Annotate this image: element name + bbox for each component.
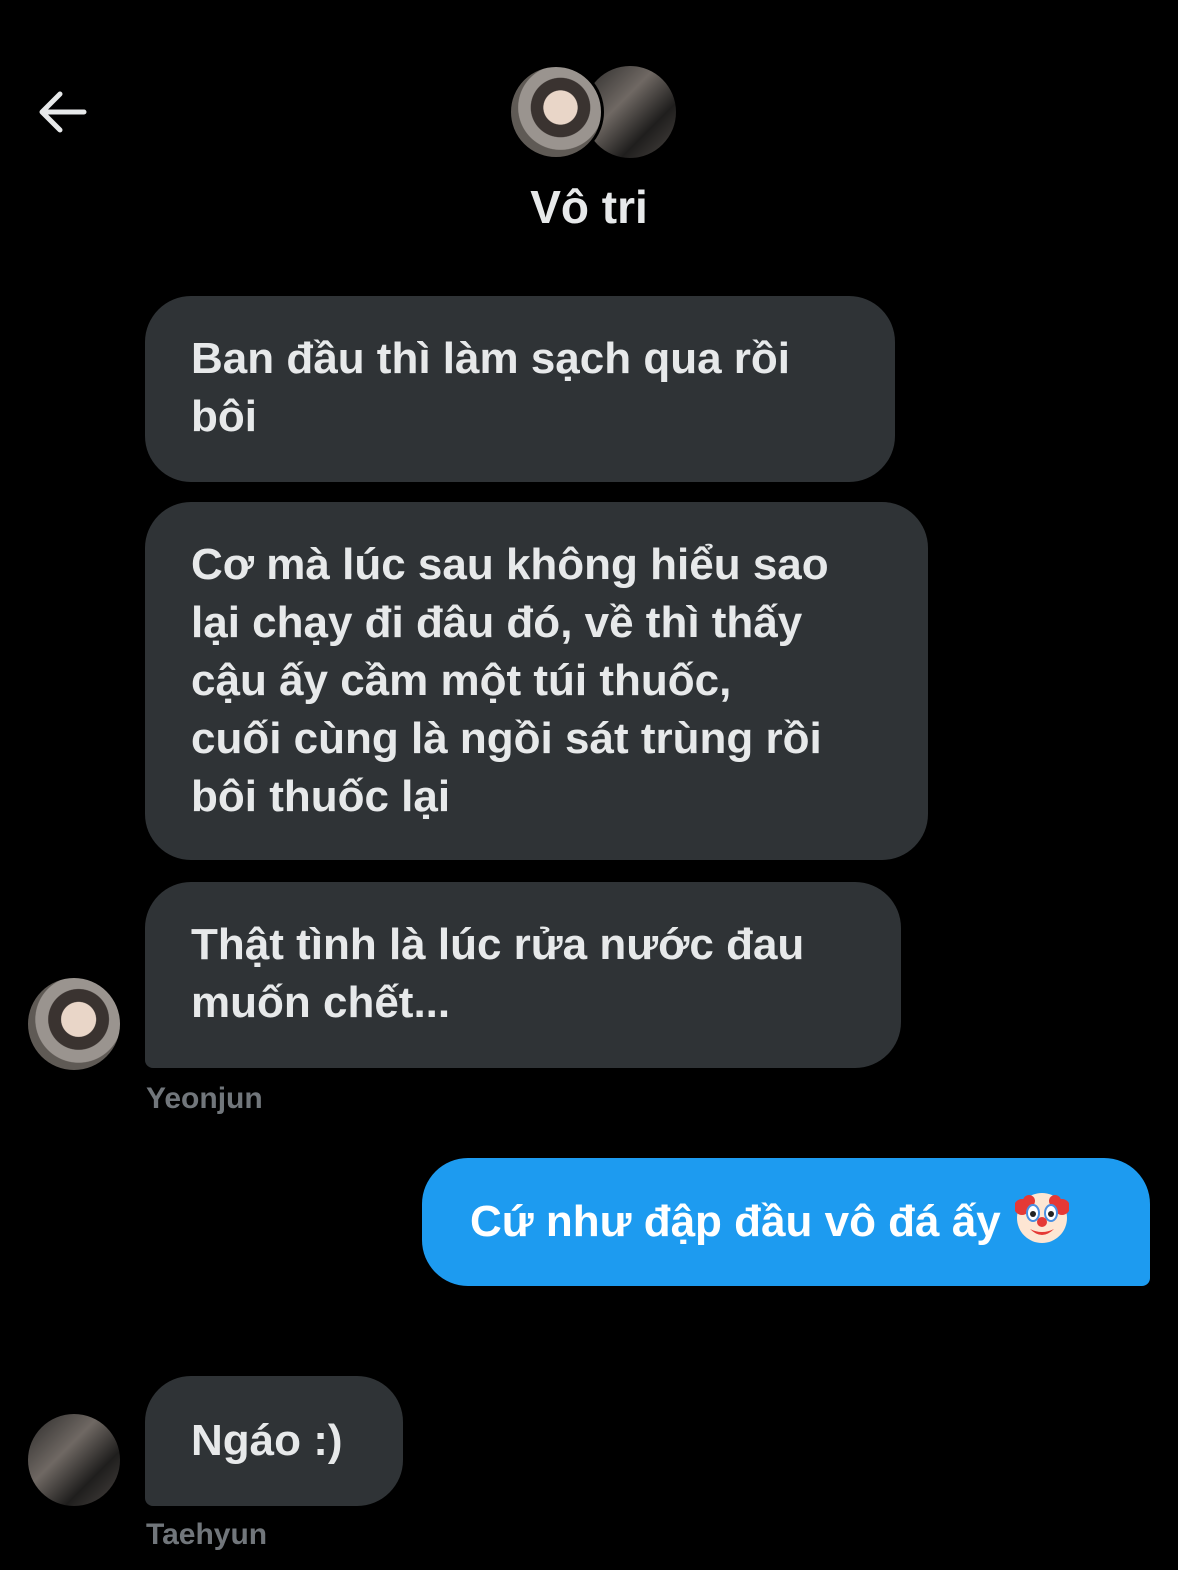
- back-button[interactable]: [30, 80, 94, 144]
- message-text: muốn chết...: [191, 978, 451, 1027]
- message-text: bôi: [191, 392, 257, 441]
- message-text: Cơ mà lúc sau không hiểu sao: [191, 540, 829, 589]
- message-text: cậu ấy cầm một túi thuốc,: [191, 656, 732, 705]
- message-bubble[interactable]: Ban đầu thì làm sạch qua rồi bôi: [145, 296, 895, 482]
- message-bubble-outgoing[interactable]: Cứ như đập đầu vô đá ấy: [422, 1158, 1150, 1286]
- avatar: [508, 64, 604, 160]
- sender-name: Yeonjun: [146, 1082, 263, 1115]
- message-bubble[interactable]: Thật tình là lúc rửa nước đau muốn chết.…: [145, 882, 901, 1068]
- group-avatars[interactable]: [508, 64, 676, 160]
- clown-face-icon: [1014, 1193, 1069, 1243]
- message-text: Thật tình là lúc rửa nước đau: [191, 920, 805, 969]
- message-bubble[interactable]: Ngáo :): [145, 1376, 403, 1506]
- conversation-title[interactable]: Vô tri: [0, 180, 1178, 234]
- message-text: Ban đầu thì làm sạch qua rồi: [191, 334, 791, 383]
- message-bubble[interactable]: Cơ mà lúc sau không hiểu sao lại chạy đi…: [145, 502, 928, 860]
- message-text: Ngáo :): [191, 1416, 343, 1465]
- sender-avatar[interactable]: [28, 1414, 120, 1506]
- message-text: lại chạy đi đâu đó, về thì thấy: [191, 598, 803, 647]
- message-text: cuối cùng là ngồi sát trùng rồi: [191, 714, 822, 763]
- message-text: bôi thuốc lại: [191, 772, 451, 821]
- message-text: Cứ như đập đầu vô đá ấy: [470, 1197, 1001, 1246]
- sender-name: Taehyun: [146, 1518, 268, 1551]
- sender-avatar[interactable]: [28, 978, 120, 1070]
- arrow-left-icon: [39, 91, 87, 133]
